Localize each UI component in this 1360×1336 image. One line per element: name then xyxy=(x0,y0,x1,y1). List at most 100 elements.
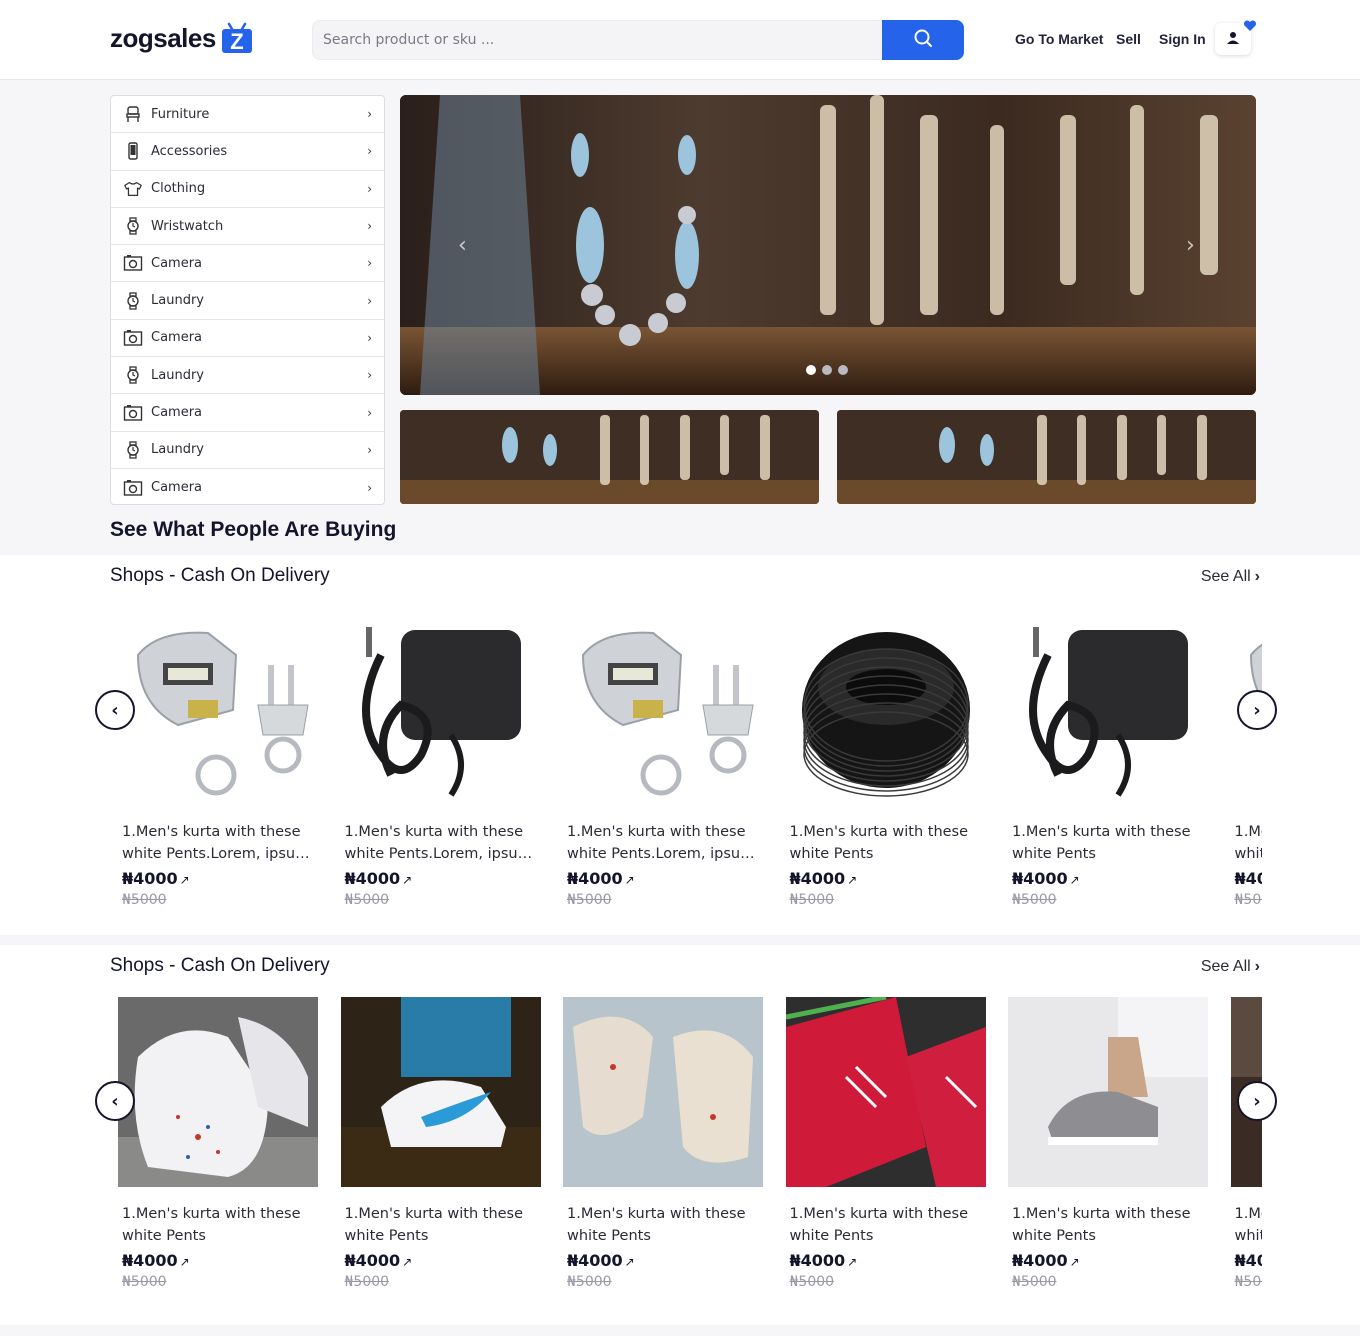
svg-text:Z: Z xyxy=(230,29,243,54)
product-name[interactable]: 1.Men's kurta with these white Pents xyxy=(1231,821,1263,865)
product-name[interactable]: 1.Men's kurta with these white Pents.Lor… xyxy=(118,821,318,865)
sidebar-item-camera[interactable]: Camera › xyxy=(111,245,384,283)
product-card[interactable]: 1.Men's kurta with these white Pents ₦400… xyxy=(1230,615,1263,908)
see-all-link[interactable]: See All › xyxy=(1201,568,1260,586)
hero-pagination xyxy=(806,365,848,375)
section-title: Shops - Cash On Delivery xyxy=(110,955,330,976)
hero-prev-arrow[interactable]: ‹ xyxy=(458,233,467,258)
product-image[interactable] xyxy=(340,615,541,805)
camera-icon xyxy=(123,403,143,423)
watch-icon xyxy=(123,440,143,460)
chevron-right-icon: › xyxy=(1254,958,1260,975)
product-image[interactable] xyxy=(118,997,318,1187)
sidebar-item-furniture[interactable]: Furniture › xyxy=(111,96,384,134)
product-image[interactable] xyxy=(785,997,986,1187)
product-name[interactable]: 1.Men's kurta with these white Pents xyxy=(786,821,986,865)
product-card[interactable]: 1.Men's kurta with these white Pents.Lor… xyxy=(563,615,768,908)
product-card[interactable]: 1.Men's kurta with these white Pents ₦400… xyxy=(118,997,323,1290)
product-image[interactable] xyxy=(340,997,541,1187)
product-name[interactable]: 1.Men's kurta with these white Pents.Lor… xyxy=(341,821,541,865)
hero-dot-3[interactable] xyxy=(838,365,848,375)
carousel-next-button[interactable]: › xyxy=(1237,690,1277,730)
product-name[interactable]: 1.Men's kurta with these white Pents xyxy=(786,1203,986,1247)
sidebar-item-laundry[interactable]: Laundry › xyxy=(111,432,384,469)
product-card[interactable]: 1.Men's kurta with these white Pents.Lor… xyxy=(340,615,546,908)
product-image[interactable] xyxy=(1008,997,1208,1187)
heart-icon xyxy=(1243,17,1257,36)
product-price: ₦4000↗ xyxy=(1231,869,1263,888)
chevron-left-icon: ‹ xyxy=(111,1090,119,1112)
product-old-price: ₦5000 xyxy=(122,892,167,908)
product-card[interactable]: 1.Men's kurta with these white Pents ₦400… xyxy=(785,997,991,1290)
sidebar-item-camera[interactable]: Camera › xyxy=(111,394,384,432)
carousel-prev-button[interactable]: ‹ xyxy=(95,1081,135,1121)
promo-banner-right[interactable] xyxy=(837,410,1256,504)
price-value: ₦4000 xyxy=(1012,1251,1068,1270)
product-old-price: ₦5000 xyxy=(1234,1274,1263,1290)
product-image[interactable] xyxy=(563,615,763,805)
product-name[interactable]: 1.Men's kurta with these white Pents xyxy=(118,1203,318,1247)
promo-image xyxy=(400,410,819,504)
sidebar-item-laundry[interactable]: Laundry › xyxy=(111,282,384,320)
sidebar-item-label: Camera xyxy=(151,255,203,271)
sidebar-item-clothing[interactable]: Clothing › xyxy=(111,171,384,208)
see-all-label: See All xyxy=(1200,568,1251,585)
product-price: ₦4000↗ xyxy=(786,1251,991,1270)
hero-dot-2[interactable] xyxy=(822,365,832,375)
product-old-price: ₦5000 xyxy=(344,892,390,908)
user-account-button[interactable] xyxy=(1215,20,1257,55)
sidebar-item-label: Camera xyxy=(151,330,203,346)
product-image[interactable] xyxy=(118,615,318,805)
arrow-up-icon: ↗ xyxy=(847,1255,858,1269)
sidebar-item-laundry[interactable]: Laundry › xyxy=(111,357,384,395)
product-name[interactable]: 1.Men's kurta with these white Pents xyxy=(341,1203,541,1247)
nav-go-to-market[interactable]: Go To Market xyxy=(1015,31,1103,47)
carousel-next-button[interactable]: › xyxy=(1237,1081,1277,1121)
product-image[interactable] xyxy=(785,615,986,805)
product-card[interactable]: 1.Men's kurta with these white Pents ₦400… xyxy=(340,997,546,1290)
carousel-prev-button[interactable]: ‹ xyxy=(95,690,135,730)
see-all-link[interactable]: See All › xyxy=(1201,958,1260,976)
chevron-right-icon: › xyxy=(1253,699,1261,721)
hero-next-arrow[interactable]: › xyxy=(1186,233,1195,258)
product-image[interactable] xyxy=(1008,615,1208,805)
nav-sell[interactable]: Sell xyxy=(1116,31,1141,47)
sidebar-item-camera[interactable]: Camera › xyxy=(111,469,384,506)
product-name[interactable]: 1.Men's kurta with these white Pents xyxy=(1008,1203,1208,1247)
product-card[interactable]: 1.Men's kurta with these white Pents ₦400… xyxy=(563,997,768,1290)
search-input[interactable] xyxy=(313,21,883,59)
chevron-right-icon: › xyxy=(367,442,372,457)
chevron-right-icon: › xyxy=(367,368,372,383)
product-card[interactable]: 1.Men's kurta with these white Pents.Lor… xyxy=(118,615,323,908)
product-name[interactable]: 1.Men's kurta with these white Pents xyxy=(1231,1203,1263,1247)
nav-sign-in[interactable]: Sign In xyxy=(1159,31,1206,47)
chevron-right-icon: › xyxy=(367,144,372,159)
product-name[interactable]: 1.Men's kurta with these white Pents xyxy=(563,1203,763,1247)
arrow-up-icon: ↗ xyxy=(624,1255,635,1269)
user-icon xyxy=(1226,30,1240,49)
price-value: ₦4000 xyxy=(1012,869,1068,888)
sidebar-item-camera[interactable]: Camera › xyxy=(111,320,384,358)
hero-banner[interactable]: ‹ › xyxy=(400,95,1256,395)
product-price: ₦4000↗ xyxy=(1008,1251,1213,1270)
promo-banner-left[interactable] xyxy=(400,410,819,504)
hero-dot-1[interactable] xyxy=(806,365,816,375)
logo[interactable]: zogsales Z xyxy=(110,22,254,54)
camera-icon xyxy=(123,478,143,498)
product-price: ₦4000↗ xyxy=(563,869,768,888)
product-image[interactable] xyxy=(563,997,763,1187)
sidebar-item-wristwatch[interactable]: Wristwatch › xyxy=(111,208,384,246)
product-old-price: ₦5000 xyxy=(567,892,612,908)
product-old-price: ₦5000 xyxy=(1012,1274,1057,1290)
product-old-price: ₦5000 xyxy=(122,1274,167,1290)
search-button[interactable] xyxy=(882,20,964,60)
product-name[interactable]: 1.Men's kurta with these white Pents xyxy=(1008,821,1208,865)
sidebar-item-accessories[interactable]: Accessories › xyxy=(111,133,384,171)
product-card[interactable]: 1.Men's kurta with these white Pents ₦400… xyxy=(1230,997,1263,1290)
product-card[interactable]: 1.Men's kurta with these white Pents ₦400… xyxy=(1008,615,1213,908)
product-card[interactable]: 1.Men's kurta with these white Pents ₦400… xyxy=(1008,997,1213,1290)
sidebar-item-label: Laundry xyxy=(151,293,204,309)
product-name[interactable]: 1.Men's kurta with these white Pents.Lor… xyxy=(563,821,763,865)
product-card[interactable]: 1.Men's kurta with these white Pents ₦400… xyxy=(785,615,991,908)
chevron-right-icon: › xyxy=(367,293,372,308)
